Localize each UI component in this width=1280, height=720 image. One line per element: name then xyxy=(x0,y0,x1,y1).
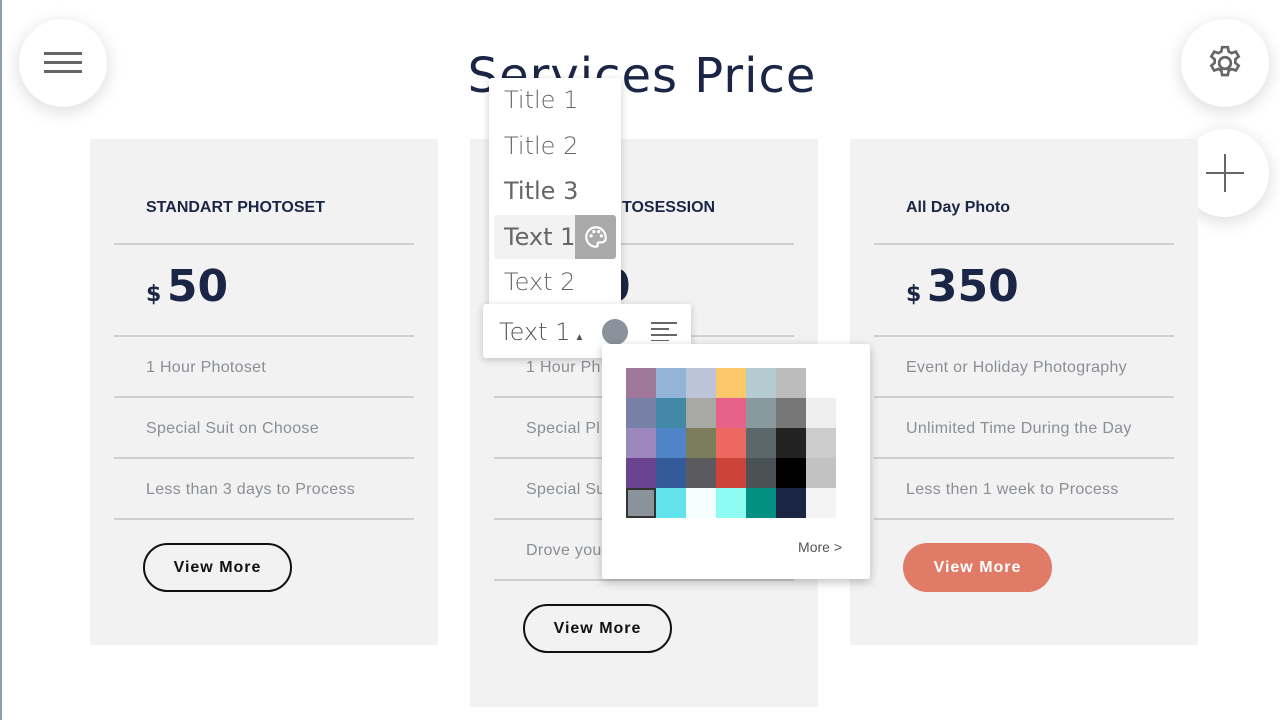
color-swatch[interactable] xyxy=(776,488,806,518)
style-option-title-3[interactable]: Title 3 xyxy=(504,177,578,205)
style-option-text-2[interactable]: Text 2 xyxy=(504,268,575,296)
color-swatch[interactable] xyxy=(776,458,806,488)
feature: 1 Hour Ph xyxy=(526,359,601,376)
style-option-title-1[interactable]: Title 1 xyxy=(504,86,578,114)
color-swatch[interactable] xyxy=(656,428,686,458)
color-swatch[interactable] xyxy=(776,428,806,458)
page-title: Services Price xyxy=(467,48,817,104)
color-swatch[interactable] xyxy=(686,398,716,428)
color-swatch[interactable] xyxy=(656,368,686,398)
view-more-button[interactable]: View More xyxy=(143,543,292,592)
divider xyxy=(494,579,794,581)
caret-up-icon: ▲ xyxy=(574,332,585,343)
feature: Special Suit on Choose xyxy=(146,420,319,437)
color-swatch[interactable] xyxy=(746,368,776,398)
price-value: 350 xyxy=(926,261,1019,312)
divider xyxy=(874,396,1174,398)
divider xyxy=(874,457,1174,459)
card-price: $ 50 xyxy=(146,261,228,312)
color-palette-popup: More > xyxy=(602,344,870,579)
view-more-button[interactable]: View More xyxy=(523,604,672,653)
color-swatch[interactable] xyxy=(746,488,776,518)
color-swatch[interactable] xyxy=(716,398,746,428)
color-swatch[interactable] xyxy=(806,488,836,518)
style-select[interactable]: Text 1 ▲ xyxy=(499,318,584,346)
palette-button[interactable] xyxy=(575,215,616,259)
style-option-title-2[interactable]: Title 2 xyxy=(504,132,578,160)
color-swatch[interactable] xyxy=(776,398,806,428)
color-swatch[interactable] xyxy=(626,368,656,398)
currency: $ xyxy=(146,282,162,307)
color-swatch[interactable] xyxy=(806,428,836,458)
card-title: All Day Photo xyxy=(906,199,1011,216)
feature: Less than 3 days to Process xyxy=(146,481,356,498)
feature: Special Su xyxy=(526,481,606,498)
divider xyxy=(114,396,414,398)
color-swatch[interactable] xyxy=(716,458,746,488)
feature: Less then 1 week to Process xyxy=(906,481,1119,498)
color-swatch[interactable] xyxy=(686,458,716,488)
color-swatch[interactable] xyxy=(656,488,686,518)
color-swatch[interactable] xyxy=(716,488,746,518)
style-select-label: Text 1 xyxy=(499,318,571,346)
color-swatch[interactable] xyxy=(626,458,656,488)
style-option-text-1[interactable]: Text 1 xyxy=(494,215,616,259)
view-more-button[interactable]: View More xyxy=(903,543,1052,592)
color-swatch[interactable] xyxy=(626,488,656,518)
card-title: STANDART PHOTOSET xyxy=(146,199,325,216)
color-swatch[interactable] xyxy=(806,398,836,428)
pricing-card-standart: STANDART PHOTOSET $ 50 1 Hour Photoset S… xyxy=(90,139,438,645)
feature: Unlimited Time During the Day xyxy=(906,420,1132,437)
feature: Special Pl xyxy=(526,420,601,437)
plus-icon xyxy=(1206,154,1244,192)
divider xyxy=(874,335,1174,337)
feature: Event or Holiday Photography xyxy=(906,359,1127,376)
currency: $ xyxy=(906,282,922,307)
color-swatch[interactable] xyxy=(656,398,686,428)
option-label: Text 1 xyxy=(504,223,576,251)
color-swatch[interactable] xyxy=(776,368,806,398)
card-price: $ 350 xyxy=(906,261,1019,312)
price-value: 50 xyxy=(166,261,229,312)
divider xyxy=(114,457,414,459)
divider xyxy=(874,243,1174,245)
color-swatch[interactable] xyxy=(626,398,656,428)
feature: 1 Hour Photoset xyxy=(146,359,267,376)
color-picker-button[interactable] xyxy=(602,319,628,345)
divider xyxy=(114,335,414,337)
color-swatch[interactable] xyxy=(746,398,776,428)
color-swatch[interactable] xyxy=(806,458,836,488)
color-swatch[interactable] xyxy=(656,458,686,488)
color-swatch[interactable] xyxy=(746,458,776,488)
color-swatch[interactable] xyxy=(626,428,656,458)
pricing-card-all-day: All Day Photo $ 350 Event or Holiday Pho… xyxy=(850,139,1198,645)
color-swatch[interactable] xyxy=(686,488,716,518)
color-swatch[interactable] xyxy=(746,428,776,458)
card-title: TOSESSION xyxy=(622,199,716,216)
divider xyxy=(114,518,414,520)
color-swatch[interactable] xyxy=(716,428,746,458)
divider xyxy=(114,243,414,245)
color-swatch[interactable] xyxy=(686,368,716,398)
text-style-dropdown: Title 1 Title 2 Title 3 Text 1 Text 2 xyxy=(489,78,621,307)
align-left-icon[interactable] xyxy=(651,321,677,341)
more-colors-link[interactable]: More > xyxy=(798,539,842,555)
divider xyxy=(874,518,1174,520)
feature: Drove you xyxy=(526,542,602,559)
color-swatch[interactable] xyxy=(716,368,746,398)
color-swatch[interactable] xyxy=(686,428,716,458)
palette-icon xyxy=(584,226,607,248)
